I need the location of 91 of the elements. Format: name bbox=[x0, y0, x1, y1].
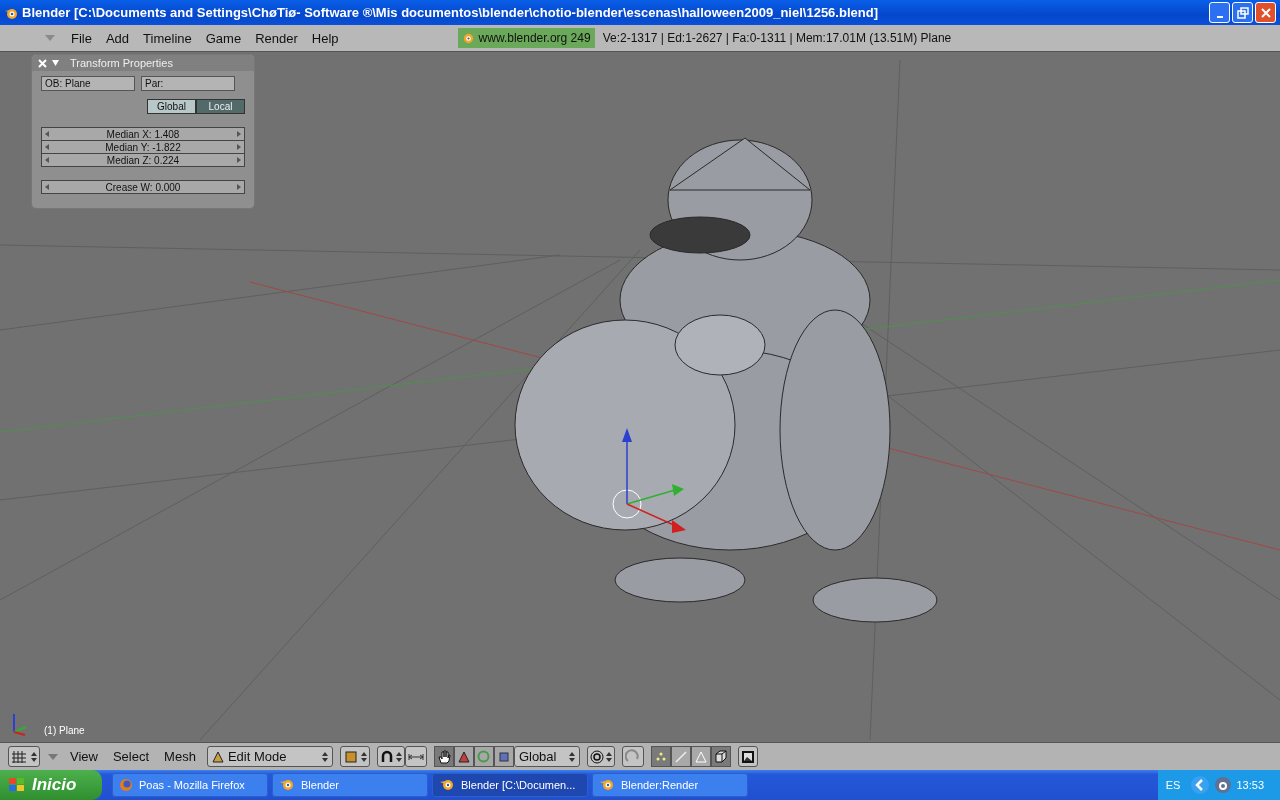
right-arrow-icon bbox=[237, 184, 241, 190]
clock: 13:53 bbox=[1236, 779, 1264, 791]
triangle-icon bbox=[211, 750, 224, 763]
cube-icon bbox=[342, 748, 359, 765]
right-arrow-icon bbox=[237, 131, 241, 137]
spinner-arrows-icon bbox=[31, 751, 37, 762]
picture-icon bbox=[740, 749, 755, 764]
collapse-triangle-icon[interactable] bbox=[51, 59, 60, 67]
taskbar-button[interactable]: Poas - Mozilla Firefox bbox=[112, 773, 268, 797]
hand-icon bbox=[436, 749, 451, 764]
taskbar-button[interactable]: Blender:Render bbox=[592, 773, 748, 797]
curve-icon bbox=[624, 748, 641, 765]
draw-type-button[interactable] bbox=[339, 746, 370, 767]
rotate-manipulator-button[interactable] bbox=[473, 746, 494, 767]
spinner-arrows-icon bbox=[605, 751, 612, 762]
render-button[interactable] bbox=[737, 746, 758, 767]
ring-icon bbox=[477, 750, 491, 763]
left-arrow-icon bbox=[45, 184, 49, 190]
edge-select-button[interactable] bbox=[670, 746, 691, 767]
menu-item[interactable]: Game bbox=[198, 30, 249, 46]
windows-flag-icon bbox=[8, 777, 26, 793]
grid-icon bbox=[11, 749, 29, 764]
taskbar-button[interactable]: Blender [C:\Documen... bbox=[432, 773, 588, 797]
object-label: (1) Plane bbox=[44, 725, 85, 736]
panel-title: Transform Properties bbox=[70, 57, 173, 69]
arch-icon bbox=[379, 749, 394, 764]
close-icon[interactable] bbox=[38, 58, 47, 68]
scale-manipulator-button[interactable] bbox=[493, 746, 514, 767]
blender-logo-icon bbox=[461, 31, 475, 45]
spinner-arrows-icon bbox=[395, 751, 402, 762]
menu-item[interactable]: Mesh bbox=[160, 749, 200, 764]
proportional-edit-button[interactable] bbox=[586, 746, 615, 767]
globe-icon bbox=[119, 778, 133, 792]
left-arrow-icon bbox=[45, 144, 49, 150]
blender-logo-icon bbox=[439, 778, 455, 792]
menu-item[interactable]: View bbox=[66, 749, 102, 764]
triangle-icon bbox=[694, 750, 707, 763]
vertex-select-button[interactable] bbox=[650, 746, 671, 767]
snap-button[interactable] bbox=[404, 746, 427, 767]
blender-logo-icon bbox=[279, 778, 295, 792]
translate-manipulator-button[interactable] bbox=[453, 746, 474, 767]
space-toggle[interactable]: Local bbox=[196, 99, 245, 114]
space-toggle[interactable]: Global bbox=[147, 99, 196, 114]
left-arrow-icon bbox=[45, 157, 49, 163]
version-badge[interactable]: www.blender.org 249 bbox=[457, 28, 595, 48]
square-icon bbox=[498, 751, 509, 762]
orientation-dropdown[interactable]: Global bbox=[513, 746, 580, 767]
minimize-button[interactable] bbox=[1209, 2, 1230, 23]
window-title: Blender [C:\Documents and Settings\ChøTiø- Software ®\Mis documentos\blender\chotio-blender\escenas\halloween2009_niel\1256.blend] bbox=[22, 5, 879, 20]
number-field[interactable]: Median Z: 0.224 bbox=[41, 153, 245, 167]
close-button[interactable] bbox=[1255, 2, 1276, 23]
parent-field[interactable]: Par: bbox=[141, 76, 235, 91]
right-arrow-icon bbox=[237, 157, 241, 163]
mode-dropdown[interactable]: Edit Mode bbox=[206, 746, 333, 767]
right-arrow-icon bbox=[237, 144, 241, 150]
face-select-button[interactable] bbox=[690, 746, 711, 767]
object-name-field[interactable]: OB: Plane bbox=[41, 76, 135, 91]
spinner-arrows-icon bbox=[568, 751, 575, 762]
pivot-button[interactable] bbox=[376, 746, 405, 767]
spinner-arrows-icon bbox=[321, 751, 328, 762]
menu-item[interactable]: Help bbox=[304, 30, 346, 46]
menu-item[interactable]: Add bbox=[98, 30, 137, 46]
scene-stats: Ve:2-1317 | Ed:1-2627 | Fa:0-1311 | Mem:17.01M (13.51M) Plane bbox=[602, 31, 952, 45]
occlude-select-button[interactable] bbox=[710, 746, 731, 767]
menu-item[interactable]: Render bbox=[248, 30, 305, 46]
target-icon bbox=[589, 749, 604, 764]
dots-icon bbox=[654, 750, 667, 763]
restore-icon bbox=[1236, 6, 1249, 19]
menu-item[interactable]: Select bbox=[108, 749, 154, 764]
version-text: www.blender.org 249 bbox=[478, 31, 591, 45]
3d-viewport[interactable]: Transform Properties OB: Plane Par: Global Local Median X: 1.408 Median Y: -1.822 Median Z: 0.224 Crease W: 0.000 (1) Plane bbox=[0, 52, 1280, 742]
left-arrow-icon bbox=[45, 131, 49, 137]
menu-item[interactable]: Timeline bbox=[136, 30, 199, 46]
editor-type-button[interactable] bbox=[8, 746, 40, 767]
tray-app-icon[interactable] bbox=[1214, 776, 1233, 794]
taskbar-button[interactable]: Blender bbox=[272, 773, 428, 797]
line-icon bbox=[674, 750, 687, 763]
chevron-icon[interactable] bbox=[1190, 775, 1211, 795]
number-field[interactable]: Median Y: -1.822 bbox=[41, 140, 245, 154]
minimize-icon bbox=[1216, 15, 1223, 18]
restore-button[interactable] bbox=[1232, 2, 1253, 23]
number-field[interactable]: Median X: 1.408 bbox=[41, 127, 245, 141]
blender-logo-icon bbox=[599, 778, 615, 792]
menu-item[interactable]: File bbox=[64, 30, 99, 46]
spinner-arrows-icon bbox=[360, 751, 367, 762]
number-field[interactable]: Crease W: 0.000 bbox=[41, 180, 245, 194]
cube-icon bbox=[714, 750, 728, 763]
hand-manipulator-button[interactable] bbox=[433, 746, 454, 767]
close-icon bbox=[1259, 6, 1272, 19]
falloff-button[interactable] bbox=[621, 746, 644, 767]
triangle-icon bbox=[457, 750, 470, 763]
